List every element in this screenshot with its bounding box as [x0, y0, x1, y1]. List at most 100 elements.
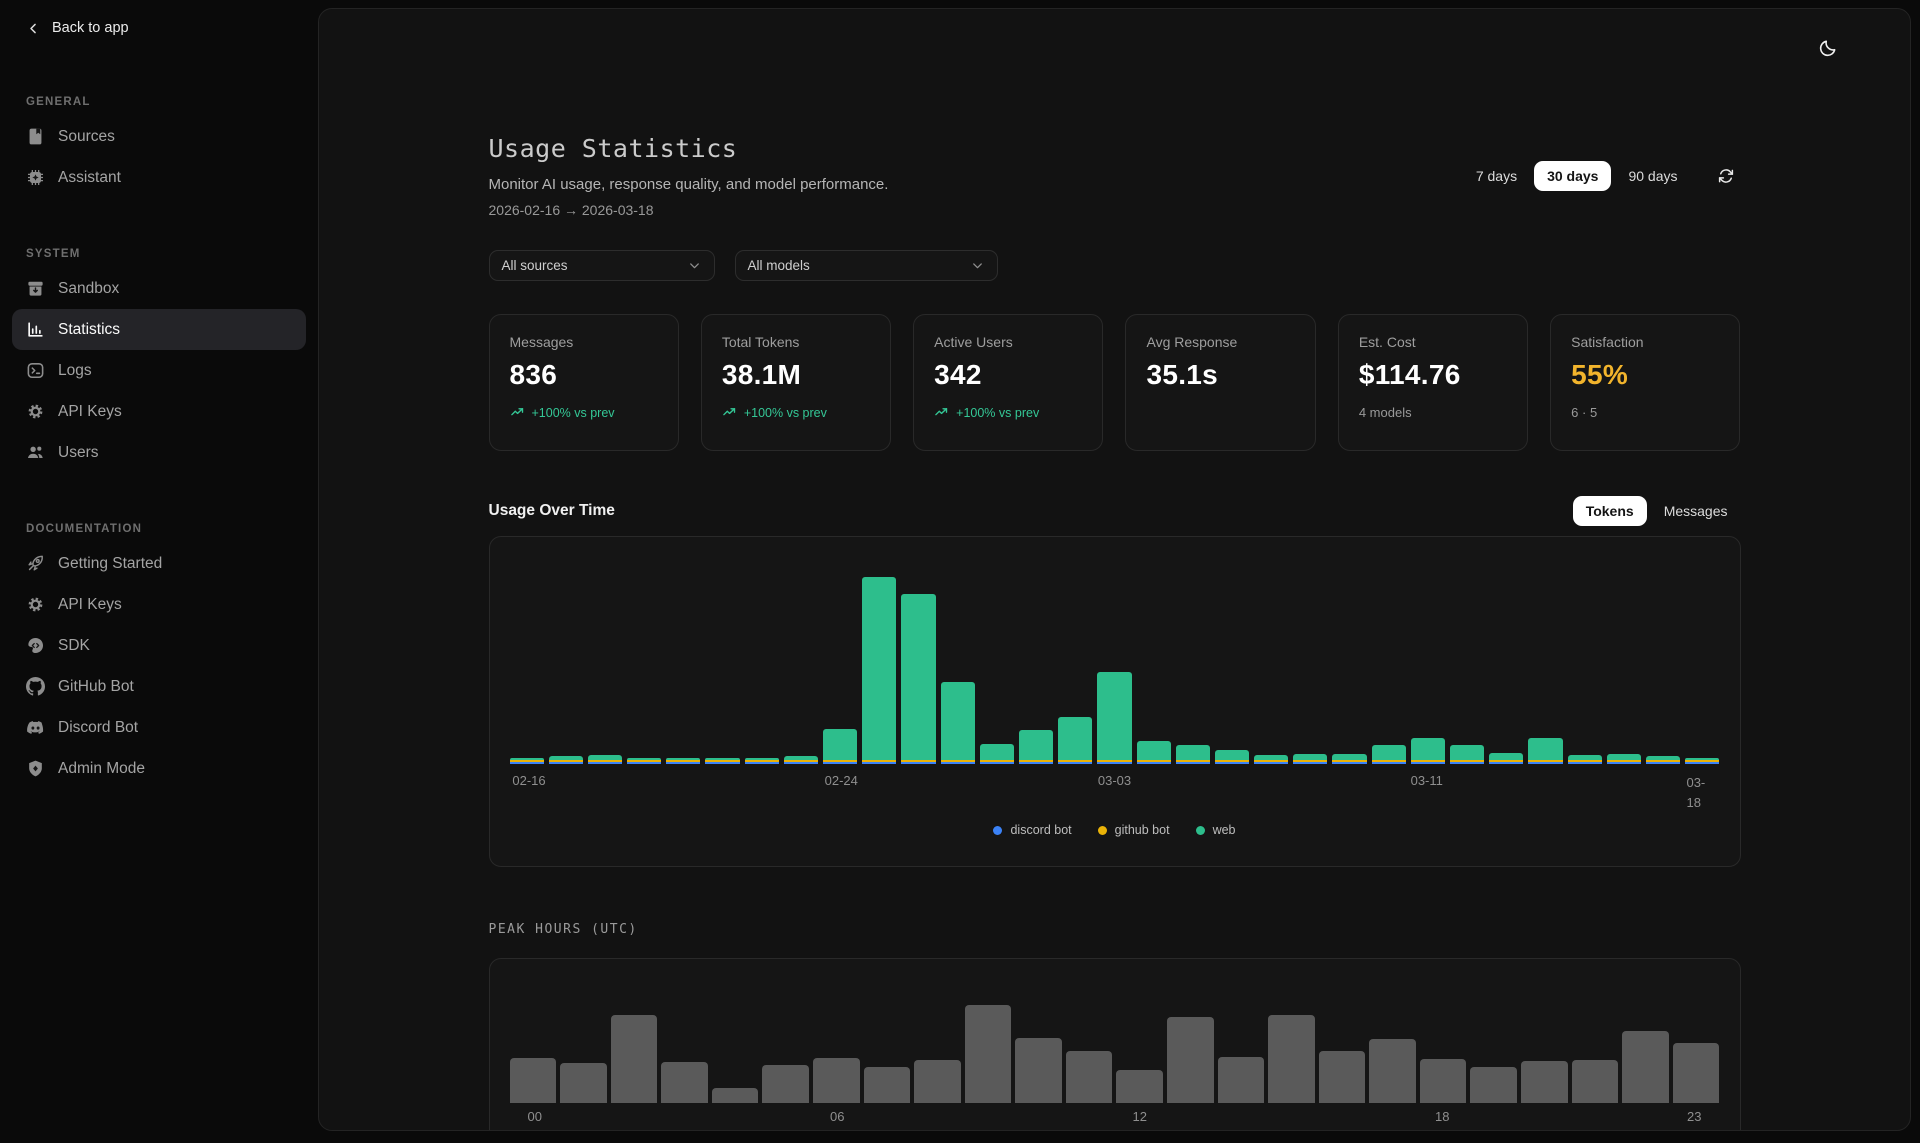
usage-bar-segment-web [1528, 738, 1562, 760]
sidebar-item-sdk[interactable]: SDK [12, 625, 306, 666]
peak-bar-04 [712, 1088, 759, 1103]
usage-bar-segment-discord-bot [666, 762, 700, 764]
stat-sub: 6 · 5 [1571, 405, 1719, 420]
usage-bar-03-05 [1176, 745, 1210, 764]
usage-bar-segment-discord-bot [980, 762, 1014, 764]
shield-icon [26, 759, 45, 778]
stat-sub: 4 models [1359, 405, 1507, 420]
sidebar-item-admin-mode[interactable]: Admin Mode [12, 748, 306, 789]
range-button-7-days[interactable]: 7 days [1463, 161, 1530, 191]
nav-section-system: SYSTEMSandboxStatisticsLogsAPI KeysUsers [12, 246, 306, 473]
peak-hours-card: 0006121823 [489, 958, 1741, 1131]
usage-bar-segment-web [1019, 730, 1053, 760]
sidebar-item-logs[interactable]: Logs [12, 350, 306, 391]
sidebar-item-github-bot[interactable]: GitHub Bot [12, 666, 306, 707]
peak-bar-18 [1420, 1059, 1467, 1103]
sidebar-item-sandbox[interactable]: Sandbox [12, 268, 306, 309]
usage-bar-03-11 [1411, 738, 1445, 764]
trend-up-icon [934, 405, 949, 420]
back-to-app-button[interactable]: Back to app [12, 10, 306, 46]
main-panel: Usage Statistics Monitor AI usage, respo… [318, 8, 1911, 1131]
peak-bar-10 [1015, 1038, 1062, 1103]
x-axis-tick: 23 [1687, 1109, 1701, 1124]
sidebar-item-statistics[interactable]: Statistics [12, 309, 306, 350]
stat-value: 55% [1571, 359, 1719, 391]
peak-hours-chart [510, 983, 1720, 1103]
usage-bar-03-07 [1254, 755, 1288, 764]
usage-bar-03-16 [1607, 754, 1641, 764]
usage-bar-02-24 [823, 729, 857, 764]
peak-bar-23 [1673, 1043, 1720, 1103]
sidebar-item-label: Assistant [58, 169, 121, 187]
sidebar-item-discord-bot[interactable]: Discord Bot [12, 707, 306, 748]
usage-bar-segment-discord-bot [1411, 762, 1445, 764]
discord-icon [26, 718, 45, 737]
usage-bar-02-25 [862, 577, 896, 764]
refresh-button[interactable] [1711, 161, 1741, 191]
stat-value: 342 [934, 359, 1082, 391]
range-button-30-days[interactable]: 30 days [1534, 161, 1611, 191]
x-axis-tick: 02-24 [825, 773, 858, 788]
usage-bar-segment-web [862, 577, 896, 760]
x-axis-tick: 03-11 [1411, 773, 1443, 788]
model-filter-select[interactable]: All models [735, 250, 998, 281]
model-filter-value: All models [748, 258, 810, 273]
x-axis-tick: 06 [830, 1109, 844, 1124]
sidebar-item-sources[interactable]: Sources [12, 116, 306, 157]
archive-icon [26, 279, 45, 298]
usage-bar-segment-web [901, 594, 935, 760]
usage-bar-02-19 [627, 758, 661, 765]
sidebar-item-label: Getting Started [58, 555, 162, 573]
peak-bar-12 [1116, 1070, 1163, 1103]
legend-dot [1098, 826, 1107, 835]
usage-bar-segment-discord-bot [784, 762, 818, 764]
usage-bar-segment-discord-bot [745, 762, 779, 764]
sidebar-item-users[interactable]: Users [12, 432, 306, 473]
sidebar-item-getting-started[interactable]: Getting Started [12, 543, 306, 584]
date-range: 2026-02-16 → 2026-03-18 [489, 202, 889, 219]
stat-label: Est. Cost [1359, 334, 1507, 350]
stat-card-total-tokens: Total Tokens38.1M+100% vs prev [701, 314, 891, 451]
sidebar-item-label: Statistics [58, 321, 120, 339]
app-window: Back to app GENERALSourcesAssistantSYSTE… [0, 0, 1920, 1143]
page-subtitle: Monitor AI usage, response quality, and … [489, 176, 889, 194]
usage-bar-segment-discord-bot [901, 762, 935, 764]
peak-bar-05 [762, 1065, 809, 1103]
back-to-app-label: Back to app [52, 20, 129, 36]
usage-bar-segment-discord-bot [510, 762, 544, 764]
page-header: Usage Statistics Monitor AI usage, respo… [489, 133, 1741, 219]
theme-toggle-button[interactable] [1810, 31, 1844, 65]
usage-bar-segment-web [1215, 750, 1249, 760]
sidebar-item-label: Sources [58, 128, 115, 146]
usage-bar-segment-discord-bot [1293, 762, 1327, 764]
moon-icon [1817, 38, 1838, 59]
nav-section-general: GENERALSourcesAssistant [12, 94, 306, 198]
peak-bar-03 [661, 1062, 708, 1103]
usage-bar-segment-web [941, 682, 975, 760]
peak-bar-17 [1369, 1039, 1416, 1103]
stat-card-satisfaction: Satisfaction55%6 · 5 [1550, 314, 1740, 451]
usage-bar-segment-discord-bot [1176, 762, 1210, 764]
rocket-icon [26, 554, 45, 573]
usage-bar-segment-discord-bot [1646, 762, 1680, 764]
chart-mode-messages[interactable]: Messages [1651, 496, 1741, 526]
chart-mode-tokens[interactable]: Tokens [1573, 496, 1647, 526]
stat-value: 38.1M [722, 359, 870, 391]
github-icon [26, 677, 45, 696]
sidebar-item-label: SDK [58, 637, 90, 655]
legend-dot [1196, 826, 1205, 835]
usage-bar-segment-discord-bot [1137, 762, 1171, 764]
sidebar-item-assistant[interactable]: Assistant [12, 157, 306, 198]
stat-delta: +100% vs prev [934, 405, 1082, 420]
usage-bar-segment-discord-bot [862, 762, 896, 764]
usage-bar-02-27 [941, 682, 975, 764]
book-icon [26, 127, 45, 146]
legend-item-web: web [1196, 823, 1236, 837]
source-filter-select[interactable]: All sources [489, 250, 715, 281]
range-button-90-days[interactable]: 90 days [1615, 161, 1690, 191]
legend-label: web [1213, 823, 1236, 837]
sidebar-item-api-keys[interactable]: API Keys [12, 584, 306, 625]
usage-bar-02-26 [901, 594, 935, 764]
usage-x-axis: 02-1602-2403-0303-1103-18 [510, 773, 1720, 807]
sidebar-item-api-keys[interactable]: API Keys [12, 391, 306, 432]
